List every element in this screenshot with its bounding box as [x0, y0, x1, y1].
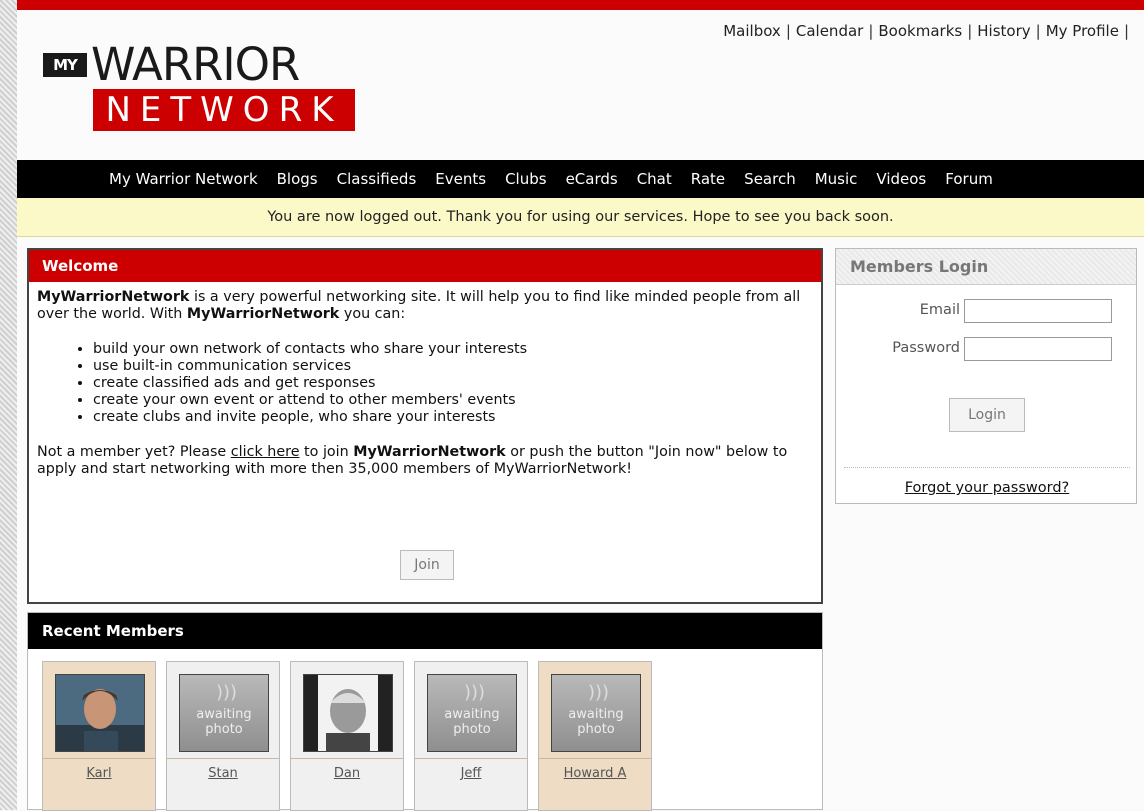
- main-nav: My Warrior Network Blogs Classifieds Eve…: [17, 160, 1144, 198]
- logo-my-badge: MY: [43, 53, 87, 77]
- dan-photo-image: [304, 675, 392, 751]
- name-divider: [539, 758, 651, 759]
- cta-mid: to join: [299, 444, 354, 460]
- login-title: Members Login: [836, 249, 1136, 285]
- nav-forum[interactable]: Forum: [945, 170, 993, 188]
- awaiting-text: awaiting photo: [196, 707, 252, 737]
- name-divider: [291, 758, 403, 759]
- brand-name: MyWarriorNetwork: [186, 306, 340, 322]
- member-name[interactable]: Jeff: [415, 766, 527, 781]
- forgot-password-link[interactable]: Forgot your password?: [836, 480, 1138, 496]
- site-logo[interactable]: MY WARRIOR NETWORK: [43, 38, 363, 134]
- member-card[interactable]: Karl: [42, 661, 156, 811]
- awaiting-photo-placeholder: ))) awaiting photo: [428, 675, 516, 751]
- welcome-content: MyWarriorNetwork is a very powerful netw…: [29, 282, 821, 485]
- sound-waves-icon: ))): [216, 682, 238, 703]
- member-name[interactable]: Karl: [43, 766, 155, 781]
- login-button[interactable]: Login: [949, 398, 1025, 432]
- member-photo[interactable]: ))) awaiting photo: [427, 674, 517, 752]
- logo-warrior-text: WARRIOR: [91, 38, 300, 91]
- login-divider: [844, 467, 1130, 468]
- nav-blogs[interactable]: Blogs: [277, 170, 318, 188]
- page: Mailbox | Calendar | Bookmarks | History | My Pr…: [17, 0, 1144, 811]
- brand-name: MyWarriorNetwork: [353, 444, 506, 460]
- nav-ecards[interactable]: eCards: [566, 170, 618, 188]
- nav-videos[interactable]: Videos: [876, 170, 926, 188]
- toplink-calendar[interactable]: Calendar: [796, 22, 863, 40]
- feature-item: use built-in communication services: [93, 358, 813, 375]
- member-card[interactable]: ))) awaiting photo Stan: [166, 661, 280, 811]
- password-field[interactable]: [964, 337, 1112, 361]
- email-field[interactable]: [964, 299, 1112, 323]
- click-here-link[interactable]: click here: [231, 444, 300, 460]
- member-card[interactable]: ))) awaiting photo Jeff: [414, 661, 528, 811]
- nav-chat[interactable]: Chat: [637, 170, 672, 188]
- password-label: Password: [892, 340, 960, 356]
- toplink-history[interactable]: History: [977, 22, 1030, 40]
- toplink-bookmarks[interactable]: Bookmarks: [878, 22, 962, 40]
- member-card[interactable]: ))) awaiting photo Howard A: [538, 661, 652, 811]
- brand-name: MyWarriorNetwork: [37, 289, 190, 305]
- members-login-panel: Members Login Email Password Login Forgo…: [835, 248, 1137, 504]
- nav-classifieds[interactable]: Classifieds: [337, 170, 417, 188]
- welcome-panel: Welcome MyWarriorNetwork is a very power…: [27, 248, 823, 604]
- nav-search[interactable]: Search: [744, 170, 796, 188]
- feature-item: create your own event or attend to other…: [93, 392, 813, 409]
- member-photo[interactable]: ))) awaiting photo: [179, 674, 269, 752]
- member-photo[interactable]: [55, 674, 145, 752]
- member-card[interactable]: Dan: [290, 661, 404, 811]
- feature-item: build your own network of contacts who s…: [93, 341, 813, 358]
- logout-notice: You are now logged out. Thank you for us…: [17, 198, 1144, 237]
- logo-network-box: NETWORK: [93, 89, 355, 131]
- welcome-title: Welcome: [29, 250, 821, 282]
- name-divider: [415, 758, 527, 759]
- feature-list: build your own network of contacts who s…: [57, 341, 813, 426]
- member-name[interactable]: Stan: [167, 766, 279, 781]
- toplink-my-profile[interactable]: My Profile: [1046, 22, 1119, 40]
- sound-waves-icon: ))): [588, 682, 610, 703]
- nav-my-warrior-network[interactable]: My Warrior Network: [109, 170, 258, 188]
- recent-members-title: Recent Members: [28, 613, 822, 649]
- nav-music[interactable]: Music: [815, 170, 858, 188]
- awaiting-text: awaiting photo: [568, 707, 624, 737]
- nav-rate[interactable]: Rate: [691, 170, 725, 188]
- member-name[interactable]: Howard A: [539, 766, 651, 781]
- member-photo[interactable]: ))) awaiting photo: [551, 674, 641, 752]
- top-links: Mailbox | Calendar | Bookmarks | History | My Pr…: [723, 22, 1129, 40]
- email-label: Email: [919, 302, 960, 318]
- nav-events[interactable]: Events: [435, 170, 486, 188]
- intro-end: you can:: [339, 306, 406, 322]
- nav-clubs[interactable]: Clubs: [505, 170, 546, 188]
- awaiting-photo-placeholder: ))) awaiting photo: [552, 675, 640, 751]
- password-row: Password: [836, 337, 1138, 361]
- feature-item: create clubs and invite people, who shar…: [93, 409, 813, 426]
- email-row: Email: [836, 299, 1138, 323]
- karl-photo-image: [56, 675, 144, 751]
- feature-item: create classified ads and get responses: [93, 375, 813, 392]
- member-photo[interactable]: [303, 674, 393, 752]
- member-name[interactable]: Dan: [291, 766, 403, 781]
- name-divider: [167, 758, 279, 759]
- welcome-intro: MyWarriorNetwork is a very powerful netw…: [37, 289, 813, 323]
- awaiting-photo-placeholder: ))) awaiting photo: [180, 675, 268, 751]
- join-button[interactable]: Join: [400, 550, 454, 580]
- toplink-mailbox[interactable]: Mailbox: [723, 22, 781, 40]
- sound-waves-icon: ))): [464, 682, 486, 703]
- left-border-pattern: [0, 0, 17, 810]
- cta-start: Not a member yet? Please: [37, 444, 231, 460]
- recent-members-panel: Recent Members Karl ))) awaiting photo St…: [27, 612, 823, 811]
- top-stripe: [17, 0, 1144, 10]
- awaiting-text: awaiting photo: [444, 707, 500, 737]
- name-divider: [43, 758, 155, 759]
- join-cta-text: Not a member yet? Please click here to j…: [37, 444, 813, 478]
